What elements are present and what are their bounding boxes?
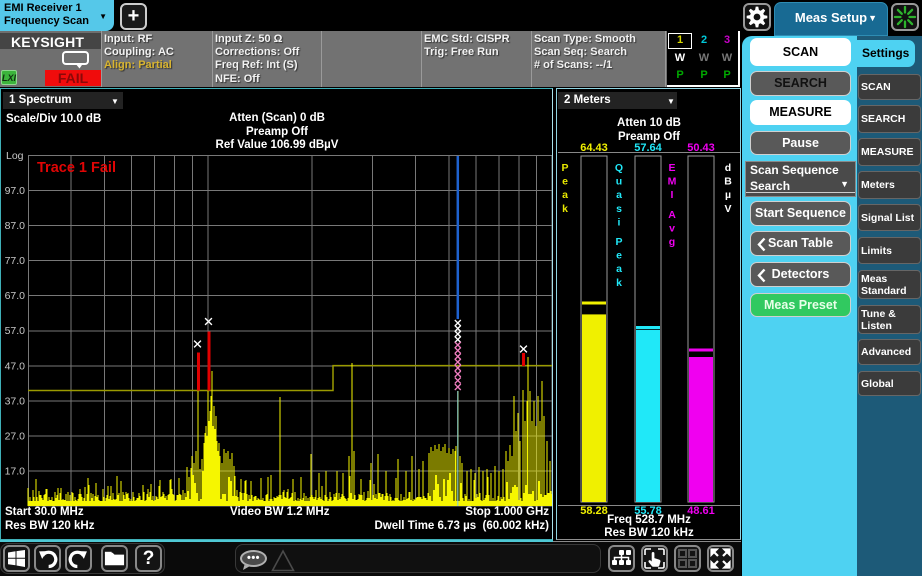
svg-text:g: g <box>669 236 675 248</box>
svg-text:e: e <box>562 176 568 188</box>
svg-text:M: M <box>668 176 677 188</box>
svg-text:v: v <box>669 222 675 234</box>
svg-text:B: B <box>724 176 732 188</box>
svg-text:k: k <box>616 277 622 289</box>
svg-text:64.43: 64.43 <box>580 142 608 154</box>
svg-text:67.0: 67.0 <box>5 290 26 302</box>
svg-text:u: u <box>616 176 622 188</box>
svg-text:d: d <box>725 162 731 174</box>
svg-text:97.0: 97.0 <box>5 185 26 197</box>
svg-text:87.0: 87.0 <box>5 220 26 232</box>
svg-text:47.0: 47.0 <box>5 360 26 372</box>
svg-text:Trace 1 Fail: Trace 1 Fail <box>37 160 116 176</box>
svg-text:s: s <box>616 203 622 215</box>
svg-text:17.0: 17.0 <box>5 465 26 477</box>
svg-text:k: k <box>562 203 568 215</box>
svg-text:50.43: 50.43 <box>687 142 715 154</box>
svg-text:27.0: 27.0 <box>5 430 26 442</box>
svg-text:Q: Q <box>615 162 623 174</box>
svg-text:P: P <box>615 236 622 248</box>
svg-text:a: a <box>616 263 622 275</box>
svg-text:77.0: 77.0 <box>5 255 26 267</box>
svg-text:Log: Log <box>6 150 24 162</box>
svg-text:V: V <box>724 203 731 215</box>
svg-text:E: E <box>668 162 675 174</box>
svg-text:57.0: 57.0 <box>5 325 26 337</box>
svg-text:µ: µ <box>725 189 731 201</box>
svg-text:i: i <box>618 216 621 228</box>
svg-text:A: A <box>668 209 676 221</box>
svg-text:P: P <box>561 162 568 174</box>
svg-text:a: a <box>562 189 568 201</box>
svg-text:57.64: 57.64 <box>634 142 662 154</box>
svg-text:I: I <box>671 189 674 201</box>
svg-text:37.0: 37.0 <box>5 395 26 407</box>
svg-text:e: e <box>616 250 622 262</box>
svg-text:a: a <box>616 189 622 201</box>
